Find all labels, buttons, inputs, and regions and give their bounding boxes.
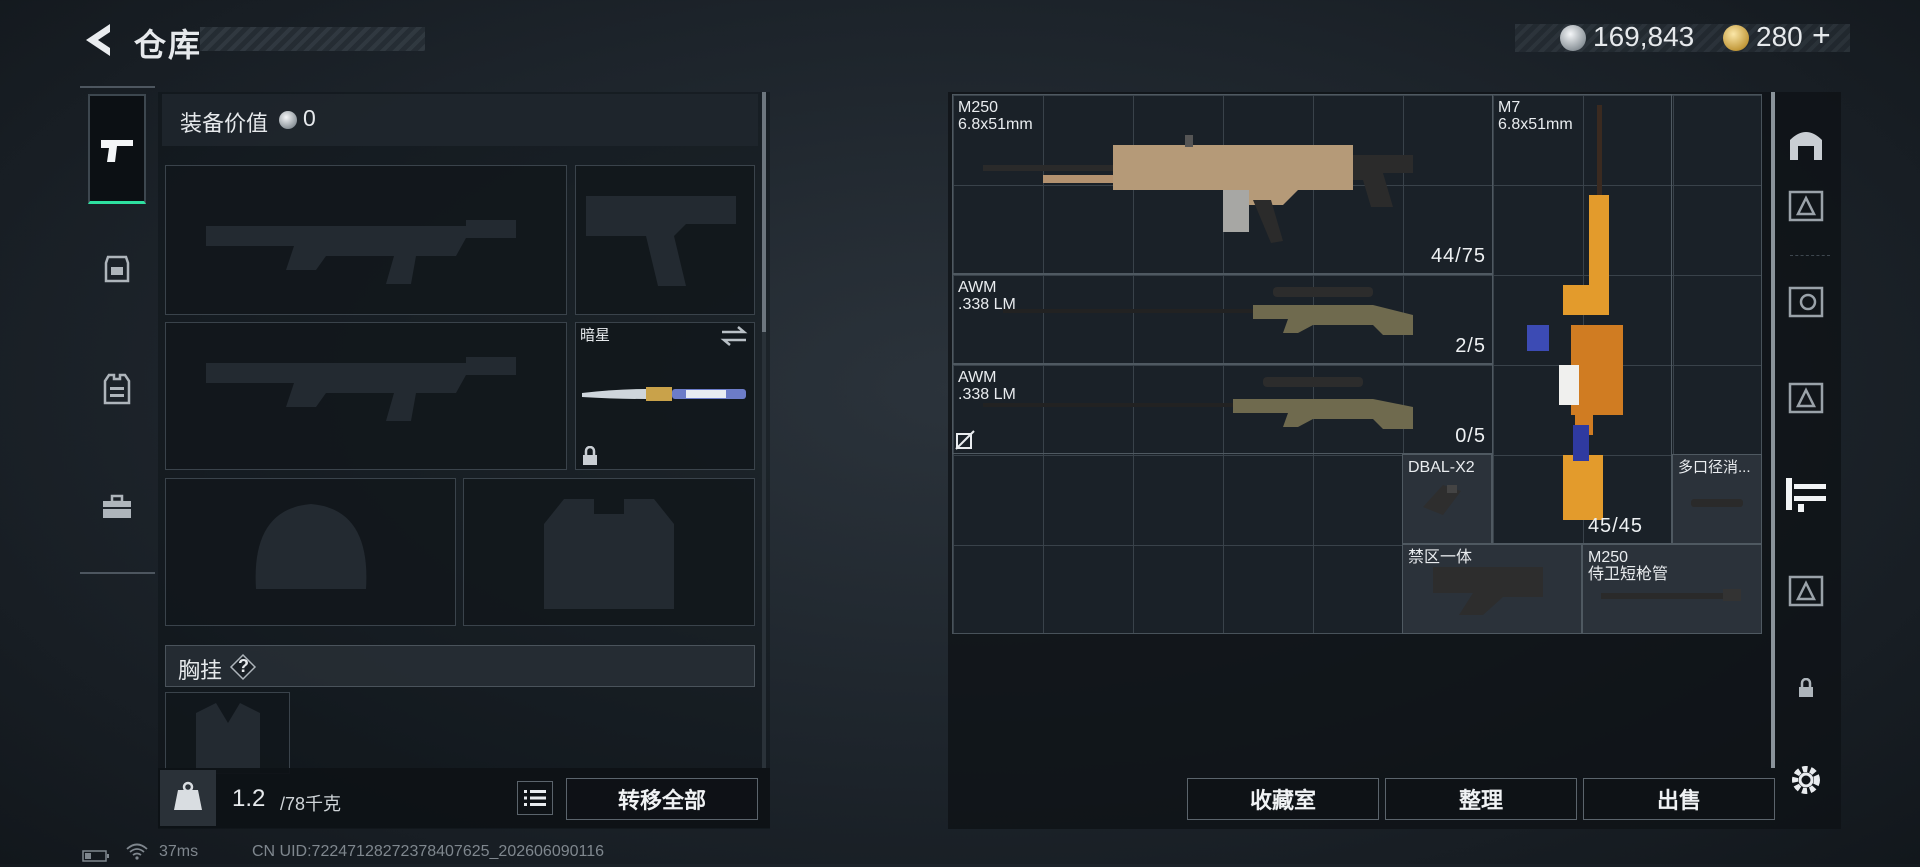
chest-rig-label: 胸挂 [178,658,223,683]
side-tab-locked[interactable] [1780,662,1832,714]
suppressor-icon [1691,499,1743,507]
pistol-silhouette-icon [586,196,736,286]
armor-slot[interactable] [463,478,755,626]
helmet-silhouette-icon [255,504,367,589]
briefcase-icon [103,494,131,518]
container-icon [1788,382,1824,414]
gear-icon[interactable] [1788,762,1824,798]
container-icon [1788,190,1824,222]
ping-readout: 37ms [159,843,199,860]
stash-item-awm-2[interactable]: AWM .338 LM 0/5 [952,364,1493,454]
helmet-icon [104,255,130,283]
side-tab-divider [1790,255,1830,256]
silver-currency-amount: 169,843 [1593,21,1695,52]
help-icon[interactable]: ? [229,653,257,681]
silver-coin-icon [279,111,297,129]
armor-silhouette-icon [544,499,674,609]
add-currency-button[interactable]: + [1812,17,1831,54]
weight-icon [160,770,216,826]
helmet-slot[interactable] [165,478,456,626]
list-icon [524,790,546,806]
pistol-icon [101,139,133,162]
item-ammo-count: 44/75 [1430,245,1486,267]
side-tab-container-4[interactable] [1780,276,1832,328]
side-tab-container-1[interactable] [1780,180,1832,232]
tab-vest[interactable] [88,334,146,444]
help-icon-label: ? [238,656,249,676]
unavailable-icon [955,430,975,450]
equipment-value-amount: 0 [303,105,316,131]
item-ammo-count: 2/5 [1455,335,1486,357]
swap-icon[interactable] [720,326,748,346]
weapon-rack-icon [1786,478,1826,512]
stash-item-m250-barrel[interactable]: M250 侍卫短枪管 [1582,544,1762,634]
gold-coin-icon [1723,25,1749,51]
lock-icon [1799,678,1813,697]
container-icon [1788,575,1824,607]
pistol-slot[interactable] [575,165,755,315]
lock-icon [581,445,599,466]
weight-current: 1.2 [232,785,266,812]
side-tab-container-3[interactable] [1780,565,1832,617]
container-icon [1788,286,1824,318]
side-tab-stash[interactable] [1780,118,1832,170]
title-decoration [200,27,425,51]
chest-rig-silhouette-icon [196,703,260,773]
rifle-icon [1527,105,1623,520]
primary-weapon-slot-2[interactable] [165,322,567,470]
list-view-button[interactable] [517,781,553,815]
stash-item-m250-lmg[interactable]: M250 6.8x51mm 44/75 [952,94,1493,274]
transfer-all-button[interactable]: 转移全部 [566,778,758,820]
wifi-icon [126,842,148,860]
sort-button[interactable]: 整理 [1385,778,1577,820]
silver-coin-icon [1560,25,1586,51]
item-ammo-count: 0/5 [1455,425,1486,447]
stash-item-dbal-x2[interactable]: DBAL-X2 [1402,454,1492,544]
melee-weapon-name: 暗星 [580,327,611,344]
vest-icon [103,373,131,405]
gold-currency-amount: 280 [1756,21,1803,52]
tab-weapons[interactable] [88,94,146,204]
rifle-silhouette-icon [206,220,516,284]
tab-case[interactable] [88,452,146,562]
machine-gun-icon [983,135,1413,243]
item-ammo-count: 45/45 [1587,515,1643,537]
chest-rig-slot[interactable] [165,692,290,774]
stash-item-stock[interactable]: 禁区一体 [1402,544,1582,634]
battery-icon [82,849,110,862]
side-tab-weapon-rack[interactable] [1780,468,1832,520]
page-title: 仓库 [134,27,203,63]
collection-room-button[interactable]: 收藏室 [1187,778,1379,820]
sell-button[interactable]: 出售 [1583,778,1775,820]
side-tab-container-2[interactable] [1780,372,1832,424]
stock-icon [1433,567,1543,615]
loadout-scrollbar[interactable] [762,92,766,332]
stash-icon [1790,132,1822,160]
sniper-rifle-icon [983,377,1413,429]
rifle-silhouette-icon [206,357,516,421]
stash-scrollbar[interactable] [1771,92,1775,768]
laser-sight-icon [1423,485,1461,515]
weight-capacity: /78千克 [280,794,342,814]
primary-weapon-slot-1[interactable] [165,165,567,315]
equipment-value-label: 装备价值 [180,111,269,136]
back-arrow-icon[interactable] [80,20,114,60]
tab-helmet[interactable] [88,214,146,324]
barrel-icon [1601,589,1741,601]
stash-item-m7[interactable]: M7 6.8x51mm 45/45 [1492,94,1672,544]
sniper-rifle-icon [1003,287,1413,335]
stash-item-suppressor[interactable]: 多口径消... [1672,454,1762,544]
stash-item-awm-1[interactable]: AWM .338 LM 2/5 [952,274,1493,364]
user-uid: CN UID:7224712827237840762​5_20260609011… [252,843,605,860]
